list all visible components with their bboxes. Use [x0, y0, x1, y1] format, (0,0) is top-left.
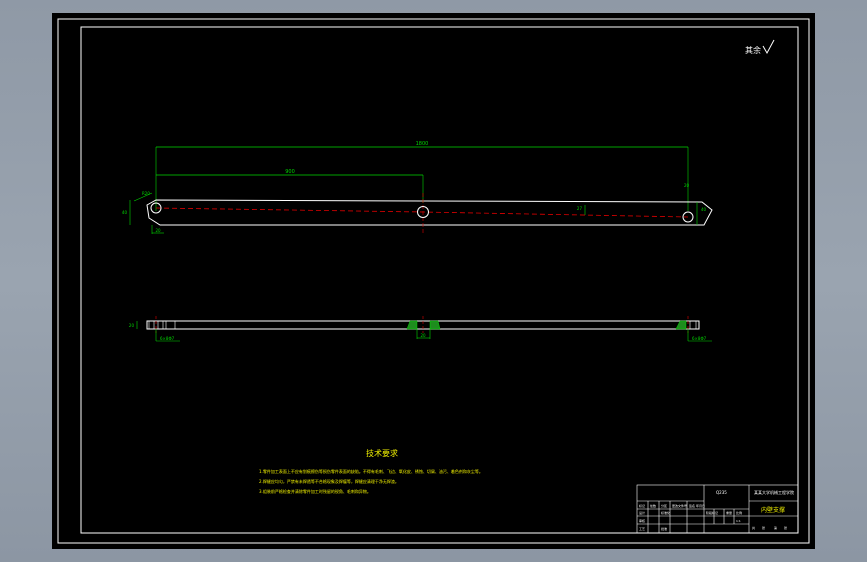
bar-centerline	[155, 207, 689, 218]
svg-text:6×8Φ7: 6×8Φ7	[692, 336, 707, 341]
svg-text:40: 40	[122, 210, 128, 215]
svg-text:20: 20	[155, 228, 161, 233]
title-block-text: Q235 某某大学机械工程学院 内壁支撑 标记 处数 分区 更改文件号 签名 年…	[639, 489, 794, 531]
svg-text:比例: 比例	[736, 510, 742, 515]
svg-text:共: 共	[752, 525, 755, 530]
svg-text:批准: 批准	[661, 526, 667, 531]
svg-text:审核: 审核	[639, 518, 645, 523]
svg-text:标准化: 标准化	[661, 510, 670, 515]
svg-text:重量: 重量	[726, 510, 732, 515]
roughness-symbol: 其余	[745, 39, 775, 55]
weld-center-left	[406, 320, 418, 330]
svg-text:签名: 签名	[689, 503, 695, 508]
svg-text:1:1: 1:1	[736, 519, 741, 523]
svg-text:40: 40	[701, 207, 707, 212]
svg-text:Q235: Q235	[716, 490, 727, 495]
dim-text-900: 900	[285, 169, 295, 175]
drawing-name: 内壁支撑	[761, 506, 785, 514]
svg-text:张: 张	[784, 525, 787, 530]
svg-text:标记: 标记	[639, 503, 645, 508]
svg-text:其余: 其余	[745, 45, 761, 55]
svg-text:工艺: 工艺	[639, 526, 645, 531]
inner-border	[80, 26, 799, 534]
svg-text:设计: 设计	[639, 510, 645, 515]
side-view: 20 20 6×8Φ7 6×8Φ7	[129, 316, 712, 342]
svg-text:分区: 分区	[661, 503, 667, 508]
technical-notes: 技术要求 1.零件加工表面上不应有划痕擦伤等损伤零件表面的缺陷。不得有毛刺、飞边…	[259, 448, 483, 494]
notes-line-2: 2.焊缝应均匀，严禁有未焊透等不合格现象及焊瘤等，焊缝应清理干净无焊渣。	[259, 478, 399, 484]
svg-text:某某大学机械工程学院: 某某大学机械工程学院	[754, 489, 794, 495]
svg-text:更改文件号: 更改文件号	[672, 503, 687, 508]
drawing-sheet: 其余 1800 900 40 R20 20 20 40 27 20 20 6×8…	[57, 18, 810, 544]
notes-line-3: 3.组装前严格检查并清除零件加工时残留的锐角、毛刺和异物。	[259, 488, 371, 494]
dim-text-1800: 1800	[416, 141, 429, 147]
front-view: 1800 900 40 R20 20 20 40 27	[122, 141, 713, 235]
svg-text:27: 27	[577, 206, 583, 211]
weld-right	[675, 320, 687, 330]
cad-viewport[interactable]: 其余 1800 900 40 R20 20 20 40 27 20 20 6×8…	[52, 13, 815, 549]
notes-title: 技术要求	[366, 448, 398, 458]
svg-text:第: 第	[774, 525, 777, 530]
svg-text:20: 20	[129, 323, 135, 328]
weld-center-right	[429, 320, 441, 330]
svg-text:年月日: 年月日	[696, 503, 705, 508]
svg-text:处数: 处数	[650, 503, 656, 508]
svg-text:20: 20	[684, 183, 690, 188]
svg-text:阶段标记: 阶段标记	[706, 510, 718, 515]
svg-text:张: 张	[762, 525, 765, 530]
notes-line-1: 1.零件加工表面上不应有划痕擦伤等损伤零件表面的缺陷。不得有毛刺、飞边、氧化皮、…	[259, 468, 483, 474]
svg-text:6×8Φ7: 6×8Φ7	[160, 336, 175, 341]
svg-text:20: 20	[420, 333, 426, 338]
outer-border	[57, 18, 810, 544]
svg-text:R20: R20	[142, 191, 150, 196]
